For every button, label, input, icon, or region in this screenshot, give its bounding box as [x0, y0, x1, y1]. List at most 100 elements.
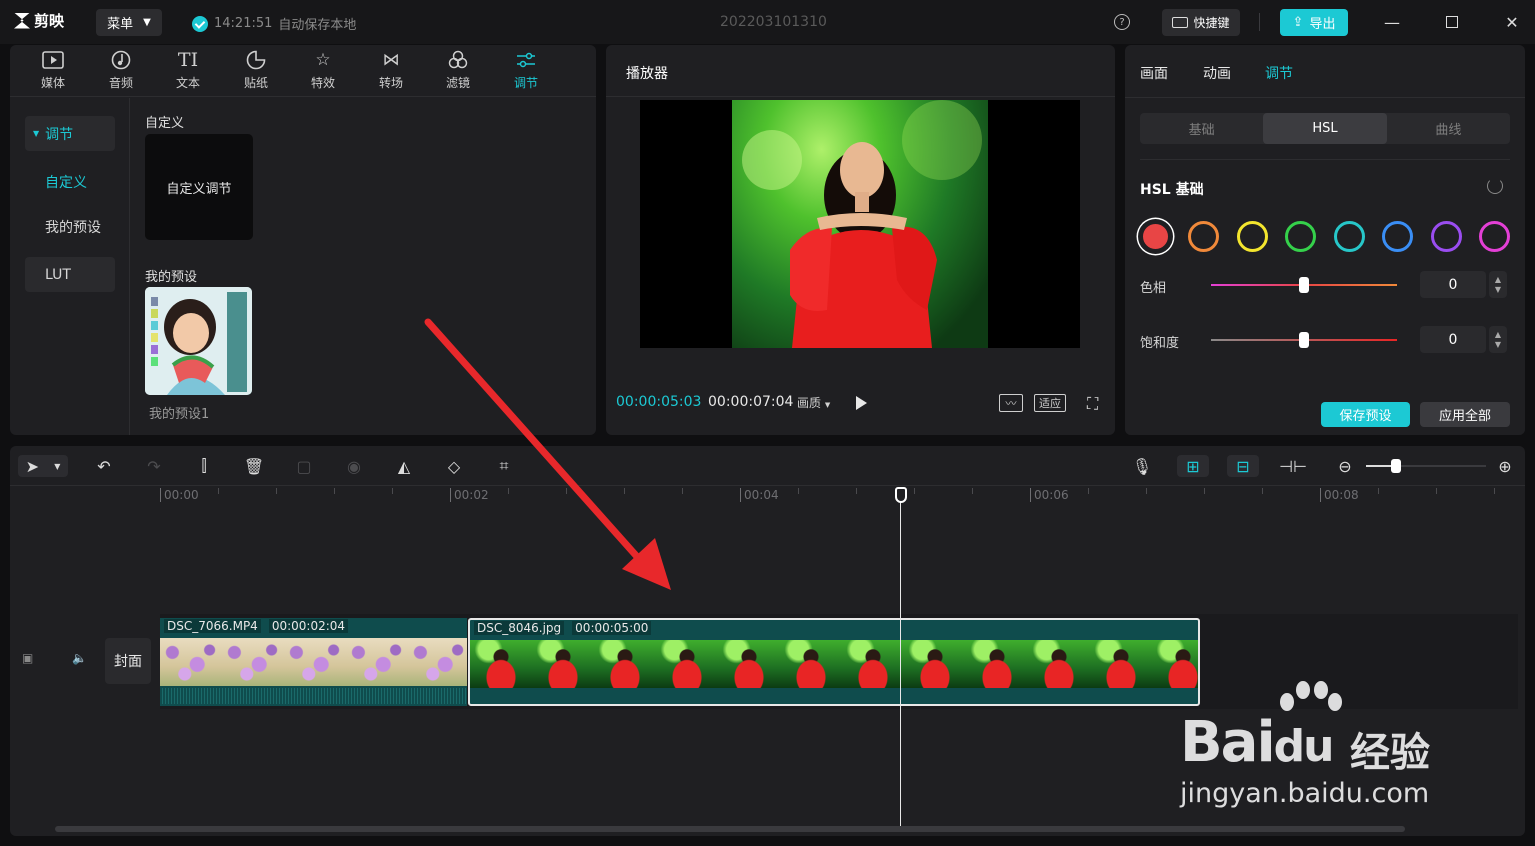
swatch-cyan[interactable]	[1334, 221, 1365, 252]
tab-sticker[interactable]: 贴纸	[226, 49, 286, 95]
ruler-tick	[334, 488, 335, 494]
close-icon[interactable]: ✕	[1502, 12, 1522, 32]
swatch-purple[interactable]	[1431, 221, 1462, 252]
snap-icon[interactable]: ⊞	[1177, 455, 1209, 477]
zoom-slider-handle[interactable]	[1391, 459, 1401, 473]
inspector-panel: 画面 动画 调节 基础 HSL 曲线 HSL 基础 色相 0 ▲ ▼ 饱和度 0 …	[1125, 45, 1525, 435]
nav-adjust[interactable]: ▼ 调节	[25, 116, 115, 151]
nav-lut[interactable]: LUT	[25, 257, 115, 292]
help-icon[interactable]: ?	[1114, 14, 1130, 30]
tab-text[interactable]: TI 文本	[158, 49, 218, 95]
hsl-section-title: HSL 基础	[1140, 182, 1204, 198]
ruler-tick	[1436, 488, 1437, 494]
minimize-icon[interactable]: —	[1382, 12, 1402, 32]
cover-button[interactable]: 封面	[105, 638, 151, 684]
saturation-stepper[interactable]: ▲ ▼	[1489, 326, 1507, 353]
tab-audio[interactable]: 音频	[91, 49, 151, 95]
microphone-icon[interactable]: 🎙	[1131, 455, 1153, 477]
clip-video-1[interactable]: DSC_7066.MP4 00:00:02:04	[160, 618, 467, 706]
nav-custom[interactable]: 自定义	[25, 164, 115, 199]
segment-basic[interactable]: 基础	[1140, 113, 1263, 144]
cursor-icon: ➤	[25, 456, 40, 476]
preview-axis-icon[interactable]: ⊣⊢	[1279, 455, 1307, 477]
clip-image-2[interactable]: DSC_8046.jpg 00:00:05:00	[468, 618, 1200, 706]
delete-icon[interactable]: 🗑	[243, 455, 265, 477]
quality-label: 画质	[797, 396, 822, 410]
redo-icon[interactable]: ↷	[143, 455, 165, 477]
video-preview[interactable]	[640, 100, 1080, 348]
swatch-blue[interactable]	[1382, 221, 1413, 252]
rotate-icon[interactable]: ◇	[443, 455, 465, 477]
mirror-icon[interactable]: ◭	[393, 455, 415, 477]
zoom-in-icon[interactable]: ⊕	[1494, 455, 1516, 477]
time-ruler[interactable]: 00:00 00:02 00:04 00:06 00:08	[158, 486, 1518, 506]
menu-button[interactable]: 菜单 ▼	[96, 9, 162, 36]
save-preset-button[interactable]: 保存预设	[1321, 402, 1410, 427]
autosave-status: 14:21:51 自动保存本地	[192, 14, 356, 33]
playhead[interactable]	[900, 496, 901, 826]
crop-icon[interactable]: ⌗	[493, 455, 515, 477]
shortcut-button[interactable]: 快捷键	[1162, 9, 1240, 36]
timeline-scrollbar[interactable]	[55, 826, 1405, 832]
ruler-label: 00:04	[740, 488, 779, 502]
track-mute-icon[interactable]: 🔈	[72, 651, 87, 665]
thumbnail-frame	[1028, 640, 1090, 688]
quality-select[interactable]: 画质 ▼	[797, 394, 830, 411]
freeze-icon[interactable]: ▢	[293, 455, 315, 477]
hue-slider-handle[interactable]	[1299, 277, 1309, 293]
tab-media[interactable]: 媒体	[23, 49, 83, 95]
reset-icon[interactable]	[1487, 178, 1503, 194]
tab-adjust[interactable]: 调节	[496, 49, 556, 95]
fit-button[interactable]: 适应	[1034, 394, 1066, 412]
link-icon[interactable]: ⊟	[1227, 455, 1259, 477]
maximize-icon[interactable]	[1442, 12, 1462, 32]
text-icon: TI	[177, 49, 199, 71]
saturation-input[interactable]: 0	[1420, 326, 1486, 353]
tab-label: 滤镜	[445, 76, 470, 90]
custom-adjust-card[interactable]: 自定义调节	[145, 134, 253, 240]
export-button[interactable]: ⇪ 导出	[1280, 9, 1348, 36]
swatch-magenta[interactable]	[1479, 221, 1510, 252]
playhead-handle[interactable]	[895, 487, 907, 503]
segment-curves[interactable]: 曲线	[1387, 113, 1510, 144]
waveform-icon[interactable]: 〰	[999, 394, 1023, 412]
tab-filter[interactable]: 滤镜	[428, 49, 488, 95]
track-visibility-icon[interactable]: ▣	[22, 651, 33, 665]
tab-animation[interactable]: 动画	[1203, 63, 1231, 83]
split-icon[interactable]: ⫿	[193, 455, 215, 477]
tab-label: 贴纸	[243, 76, 268, 90]
watermark-url: jingyan.baidu.com	[1180, 778, 1430, 809]
saturation-slider-handle[interactable]	[1299, 332, 1309, 348]
watermark-brand-text: Bai	[1180, 710, 1276, 775]
segment-hsl[interactable]: HSL	[1263, 113, 1387, 144]
swatch-orange[interactable]	[1188, 221, 1219, 252]
zoom-out-icon[interactable]: ⊖	[1334, 455, 1356, 477]
check-circle-icon	[192, 15, 208, 32]
fit-label: 适应	[1039, 397, 1061, 410]
media-tab-bar: 媒体 音频 TI 文本 贴纸 ☆ 特效 ⋈ 转场 滤镜 调节	[10, 45, 596, 97]
apply-all-button[interactable]: 应用全部	[1420, 402, 1510, 427]
select-tool[interactable]: ➤ ▼	[18, 455, 68, 477]
shortcut-label: 快捷键	[1193, 16, 1230, 30]
thumbnail-frame	[284, 638, 346, 686]
hue-stepper[interactable]: ▲ ▼	[1489, 271, 1507, 298]
preset-thumbnail[interactable]	[145, 287, 252, 395]
tab-picture[interactable]: 画面	[1140, 63, 1168, 83]
chevron-down-icon: ▼	[143, 17, 151, 28]
ruler-tick	[856, 488, 857, 494]
fullscreen-icon[interactable]: ⛶	[1087, 394, 1098, 414]
media-panel: 媒体 音频 TI 文本 贴纸 ☆ 特效 ⋈ 转场 滤镜 调节 ▼ 调节 自定义 …	[10, 45, 596, 435]
thumbnail-frame	[780, 640, 842, 688]
hue-input[interactable]: 0	[1420, 271, 1486, 298]
play-icon[interactable]	[856, 396, 867, 410]
reverse-icon[interactable]: ◉	[343, 455, 365, 477]
tab-adjust-inspector[interactable]: 调节	[1265, 63, 1293, 83]
swatch-red[interactable]	[1140, 221, 1171, 252]
tab-effects[interactable]: ☆ 特效	[293, 49, 353, 95]
nav-my-presets[interactable]: 我的预设	[25, 209, 115, 244]
app-name: 剪映	[34, 12, 65, 30]
swatch-green[interactable]	[1285, 221, 1316, 252]
undo-icon[interactable]: ↶	[93, 455, 115, 477]
tab-transition[interactable]: ⋈ 转场	[361, 49, 421, 95]
swatch-yellow[interactable]	[1237, 221, 1268, 252]
